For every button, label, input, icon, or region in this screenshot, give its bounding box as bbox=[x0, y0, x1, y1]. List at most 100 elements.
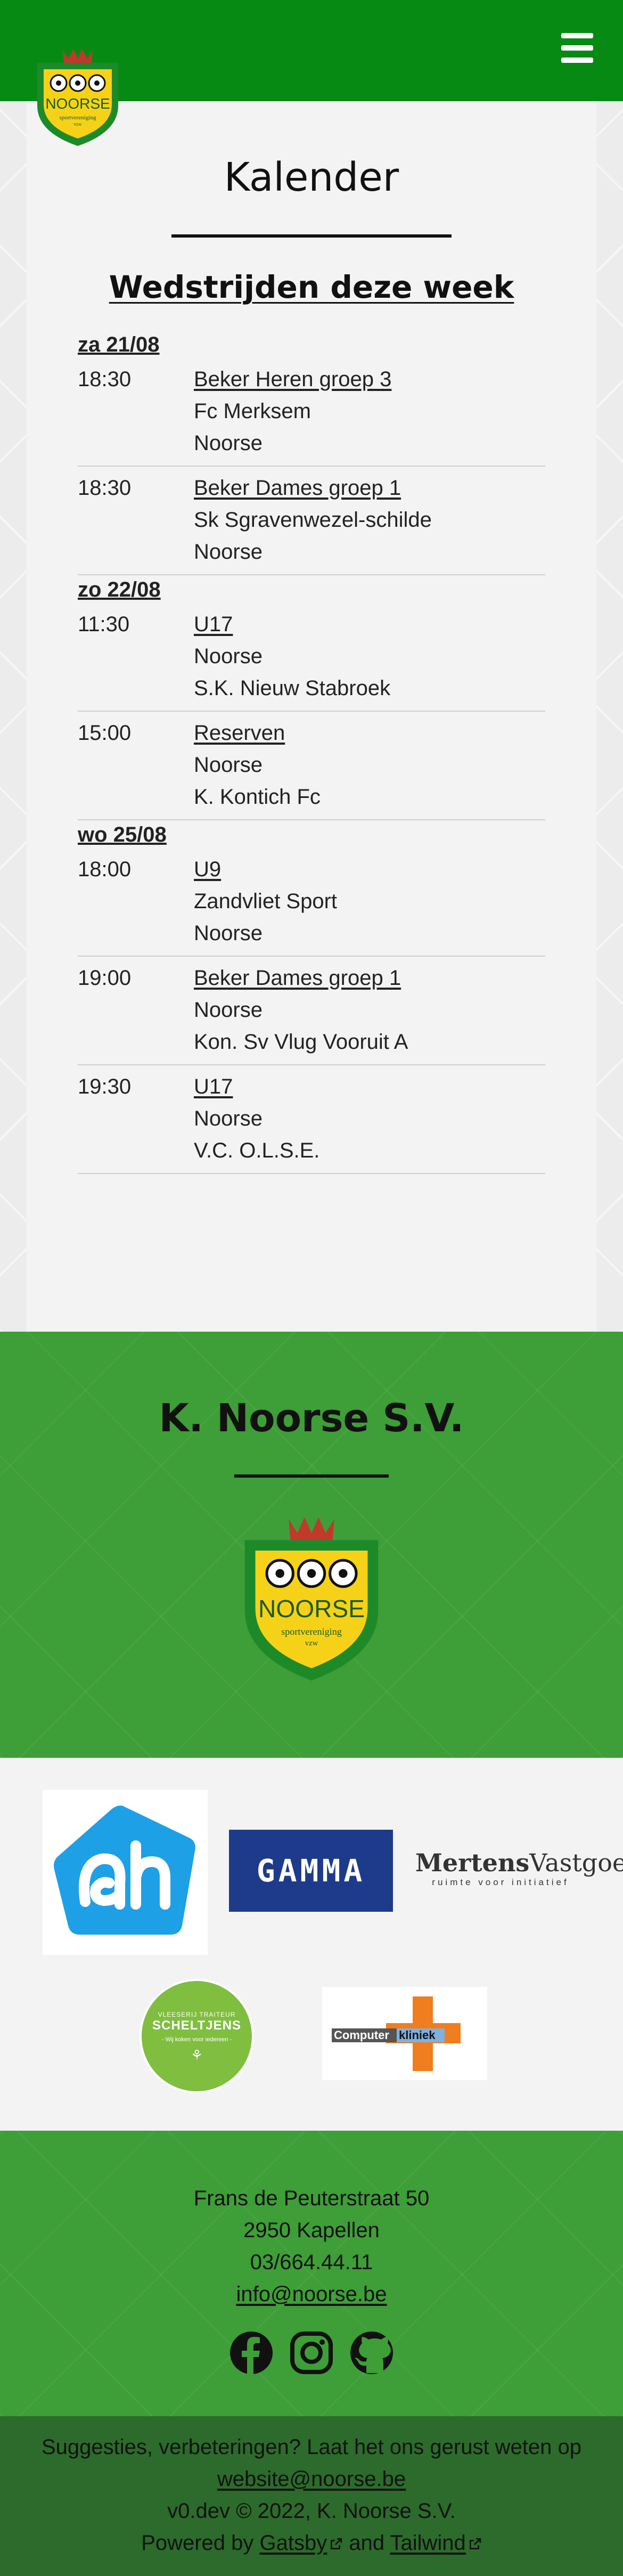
home-team: Sk Sgravenwezel-schilde bbox=[194, 508, 432, 532]
menu-line bbox=[561, 58, 593, 63]
section-title: Wedstrijden deze week bbox=[109, 269, 514, 305]
match-group-link[interactable]: U17 bbox=[194, 608, 545, 640]
logo-subtext-2: vzw bbox=[74, 121, 82, 127]
match-row: 18:30 Beker Heren groep 3 Fc Merksem Noo… bbox=[78, 358, 545, 467]
away-team: Noorse bbox=[194, 922, 263, 945]
sponsor-computerkliniek-logo[interactable]: Computer kliniek bbox=[322, 1987, 487, 2080]
facebook-icon[interactable] bbox=[229, 2330, 274, 2375]
match-time: 15:00 bbox=[78, 721, 132, 745]
page-title: Kalender bbox=[224, 154, 399, 200]
footer-suggest-text: Suggesties, verbeteringen? Laat het ons … bbox=[41, 2435, 582, 2459]
away-team: Noorse bbox=[194, 540, 263, 564]
club-logo-header[interactable]: NOORSE sportvereniging vzw bbox=[31, 47, 125, 148]
github-icon[interactable] bbox=[349, 2330, 394, 2375]
mertens-bold: Mertens bbox=[415, 1848, 530, 1877]
match-row: 19:30 U17 Noorse V.C. O.L.S.E. bbox=[78, 1065, 545, 1174]
scheltjens-name: SCHELTJENS bbox=[152, 2018, 241, 2033]
mertens-tagline: ruimte voor initiatief bbox=[432, 1877, 569, 1887]
footer-email-link[interactable]: website@noorse.be bbox=[217, 2467, 406, 2491]
match-group-link[interactable]: Reserven bbox=[194, 717, 545, 749]
match-row: 18:00 U9 Zandvliet Sport Noorse bbox=[78, 848, 545, 957]
page-footer: Suggesties, verbeteringen? Laat het ons … bbox=[0, 2416, 623, 2576]
away-team: K. Kontich Fc bbox=[194, 785, 321, 809]
home-team: Fc Merksem bbox=[194, 400, 311, 423]
home-team: Noorse bbox=[194, 998, 263, 1022]
match-info: U17 Noorse S.K. Nieuw Stabroek bbox=[194, 608, 545, 704]
club-divider bbox=[234, 1474, 389, 1478]
match-group-link[interactable]: Beker Dames groep 1 bbox=[194, 962, 545, 994]
sponsor-scheltjens-logo[interactable]: VLEESERIJ TRAITEUR SCHELTJENS - Wij koke… bbox=[140, 1979, 254, 2093]
sponsor-albert-heijn-logo[interactable] bbox=[43, 1790, 208, 1955]
cutlery-icon: ⚘ bbox=[190, 2047, 203, 2063]
away-team: Kon. Sv Vlug Vooruit A bbox=[194, 1030, 408, 1054]
footer-powered-by: Powered by Gatsby and Tailwind bbox=[0, 2531, 623, 2555]
match-info: Beker Dames groep 1 Noorse Kon. Sv Vlug … bbox=[194, 962, 545, 1058]
match-time: 18:30 bbox=[78, 476, 132, 500]
match-time: 19:00 bbox=[78, 966, 132, 990]
home-team: Noorse bbox=[194, 753, 263, 777]
instagram-icon[interactable] bbox=[289, 2330, 334, 2375]
match-row: 15:00 Reserven Noorse K. Kontich Fc bbox=[78, 712, 545, 820]
menu-line bbox=[561, 45, 593, 51]
match-time: 18:00 bbox=[78, 858, 132, 881]
contact-city: 2950 Kapellen bbox=[243, 2219, 380, 2242]
away-team: V.C. O.L.S.E. bbox=[194, 1139, 320, 1162]
match-time: 11:30 bbox=[78, 613, 130, 636]
crown-icon bbox=[63, 49, 93, 63]
home-team: Noorse bbox=[194, 645, 263, 668]
logo-subtext-2: vzw bbox=[305, 1639, 318, 1648]
tailwind-link[interactable]: Tailwind bbox=[390, 2531, 466, 2555]
contact-section: Frans de Peuterstraat 50 2950 Kapellen 0… bbox=[0, 2131, 623, 2416]
computerkliniek-icon: Computer kliniek bbox=[332, 1996, 461, 2071]
day-heading: za 21/08 bbox=[78, 333, 160, 356]
club-section: K. Noorse S.V. NOORSE sportvereniging vz… bbox=[0, 1332, 623, 1758]
hamburger-menu-icon[interactable] bbox=[561, 33, 593, 63]
match-row: 18:30 Beker Dames groep 1 Sk Sgravenweze… bbox=[78, 467, 545, 575]
mertens-rest: Vastgoed bbox=[529, 1848, 623, 1877]
home-team: Noorse bbox=[194, 1107, 263, 1130]
crown-icon bbox=[289, 1517, 334, 1540]
footer-version: v0.dev © 2022, K. Noorse S.V. bbox=[167, 2499, 456, 2523]
albert-heijn-icon bbox=[54, 1805, 195, 1935]
sponsor-mertens-logo[interactable]: MertensVastgoed ruimte voor initiatief bbox=[415, 1848, 623, 1896]
logo-subtext: sportvereniging bbox=[281, 1626, 342, 1637]
logo-text: NOORSE bbox=[45, 95, 110, 112]
kliniek-label: kliniek bbox=[399, 2028, 436, 2042]
match-info: U17 Noorse V.C. O.L.S.E. bbox=[194, 1071, 545, 1167]
logo-subtext: sportvereniging bbox=[59, 115, 96, 121]
powered-prefix: Powered by bbox=[141, 2531, 254, 2555]
match-info: Beker Heren groep 3 Fc Merksem Noorse bbox=[194, 363, 545, 459]
contact-email-link[interactable]: info@noorse.be bbox=[236, 2282, 387, 2306]
match-row: 19:00 Beker Dames groep 1 Noorse Kon. Sv… bbox=[78, 957, 545, 1065]
scheltjens-tag: - Wij koken voor iedereen - bbox=[161, 2036, 232, 2043]
gatsby-link[interactable]: Gatsby bbox=[260, 2531, 327, 2555]
match-row: 11:30 U17 Noorse S.K. Nieuw Stabroek bbox=[78, 603, 545, 712]
match-group-link[interactable]: Beker Heren groep 3 bbox=[194, 363, 545, 395]
match-group-link[interactable]: U9 bbox=[194, 853, 545, 885]
away-team: Noorse bbox=[194, 431, 263, 455]
title-divider bbox=[171, 234, 452, 238]
match-list: za 21/08 18:30 Beker Heren groep 3 Fc Me… bbox=[78, 330, 545, 1174]
match-info: Beker Dames groep 1 Sk Sgravenwezel-schi… bbox=[194, 472, 545, 568]
sponsor-gamma-logo[interactable]: GAMMA bbox=[229, 1830, 393, 1912]
match-time: 19:30 bbox=[78, 1075, 132, 1098]
match-group-link[interactable]: U17 bbox=[194, 1071, 545, 1103]
external-link-icon bbox=[469, 2538, 481, 2550]
club-logo: NOORSE sportvereniging vzw bbox=[244, 1517, 379, 1681]
logo-text: NOORSE bbox=[258, 1595, 365, 1623]
club-name: K. Noorse S.V. bbox=[159, 1396, 464, 1440]
scheltjens-top: VLEESERIJ TRAITEUR bbox=[158, 2011, 236, 2018]
sponsors-section: GAMMA MertensVastgoed ruimte voor initia… bbox=[0, 1758, 623, 2131]
contact-street: Frans de Peuterstraat 50 bbox=[193, 2187, 430, 2210]
external-link-icon bbox=[331, 2538, 342, 2550]
menu-line bbox=[561, 33, 593, 38]
home-team: Zandvliet Sport bbox=[194, 890, 338, 913]
computer-label: Computer bbox=[334, 2028, 389, 2042]
contact-phone: 03/664.44.11 bbox=[250, 2251, 373, 2274]
match-group-link[interactable]: Beker Dames groep 1 bbox=[194, 472, 545, 504]
and-text: and bbox=[349, 2531, 385, 2555]
gamma-label: GAMMA bbox=[256, 1853, 366, 1889]
day-heading: zo 22/08 bbox=[78, 578, 161, 601]
match-info: U9 Zandvliet Sport Noorse bbox=[194, 853, 545, 949]
mertens-name: MertensVastgoed bbox=[415, 1848, 623, 1877]
